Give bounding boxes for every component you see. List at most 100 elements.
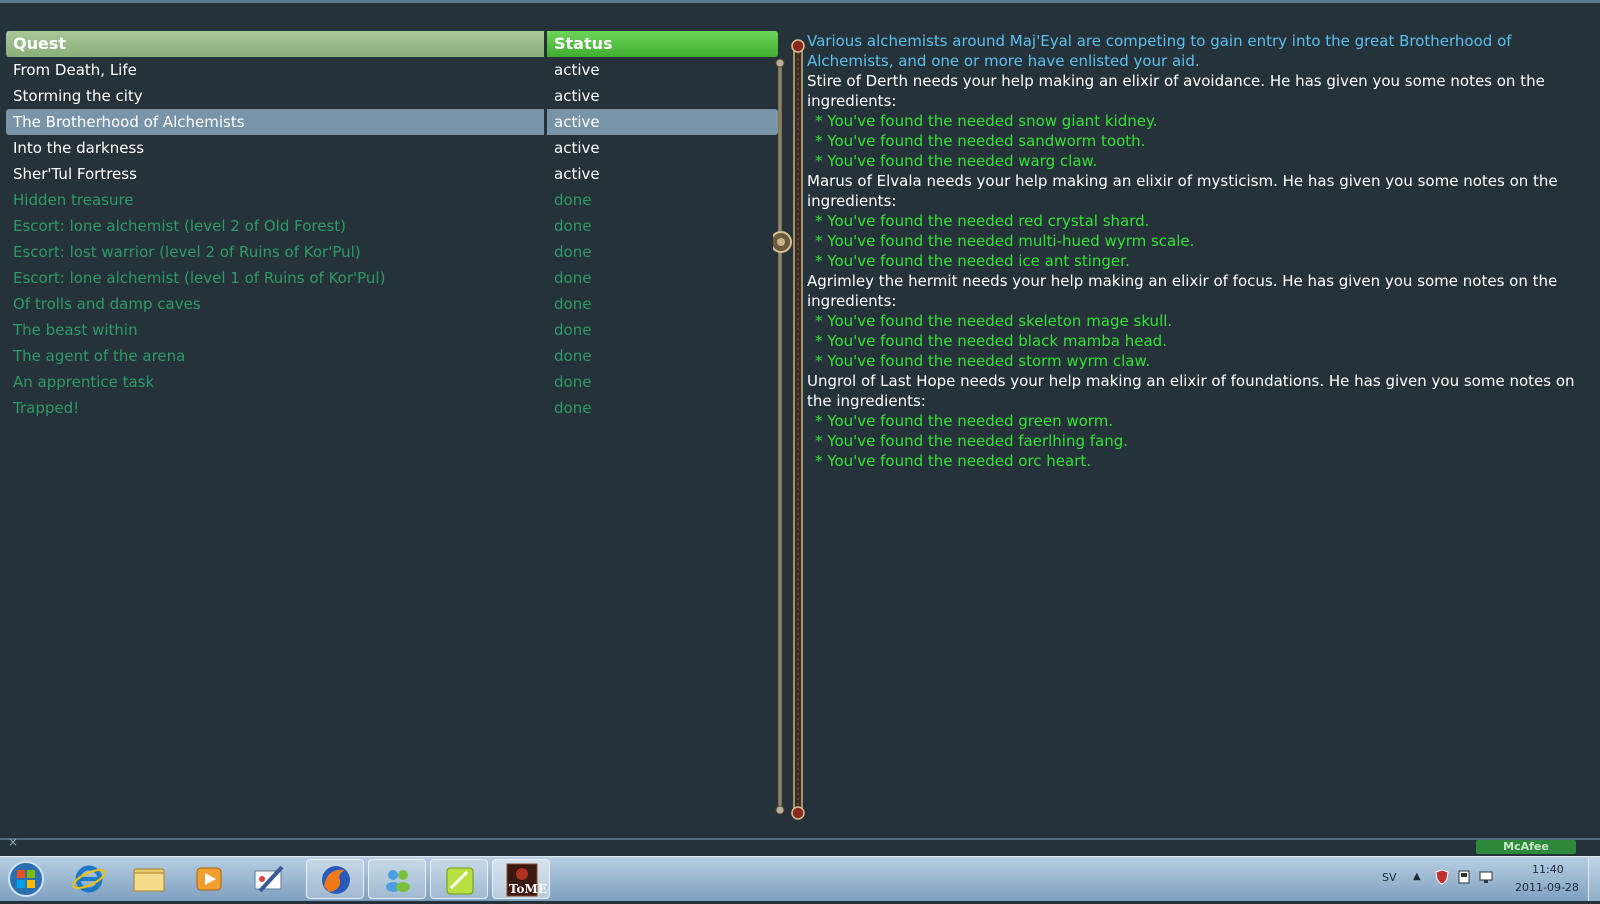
paint-icon [254,865,284,893]
network-icon[interactable] [1478,869,1494,885]
quest-row[interactable]: Storming the city active [6,83,778,109]
quest-giver-line: Ungrol of Last Hope needs your help maki… [807,372,1575,410]
quest-name: Storming the city [13,87,143,105]
scroll-up-ornament-icon[interactable] [791,39,805,53]
internet-explorer-icon [72,865,106,893]
quest-name: Escort: lone alchemist (level 1 of Ruins… [13,269,386,287]
quest-row[interactable]: The agent of the arena done [6,343,778,369]
quest-row[interactable]: Escort: lost warrior (level 2 of Ruins o… [6,239,778,265]
quest-status: done [554,347,592,365]
file-explorer-icon [133,868,165,892]
quest-status: done [554,243,592,261]
ingredient-found-line: * You've found the needed orc heart. [815,452,1092,470]
quest-name: The beast within [13,321,138,339]
quest-log-window: Quest Status From Death, Life active Storm… [0,0,1600,901]
quest-status: done [554,373,592,391]
taskbar: ToME SV ▲ 11:40 2011-09-28 [0,856,1600,901]
messenger-button[interactable] [368,859,426,899]
ingredient-found-line: * You've found the needed ice ant stinge… [815,252,1130,270]
quest-table-header: Quest Status [6,31,778,57]
show-hidden-icons-icon[interactable]: ▲ [1413,871,1421,882]
quest-status: done [554,269,592,287]
quest-list: From Death, Life active Storming the city a… [6,57,778,421]
scroll-bottom-knob-icon [775,805,785,815]
device-icon[interactable] [1456,869,1472,885]
scroll-top-knob-icon [775,58,785,68]
mcafee-label: McAfee [1503,840,1549,853]
firefox-icon [322,866,350,894]
quest-table: Quest Status From Death, Life active Storm… [6,31,778,421]
ingredient-found-line: * You've found the needed storm wyrm cla… [815,352,1151,370]
scroll-down-ornament-icon[interactable] [791,806,805,820]
quest-status: done [554,295,592,313]
quest-row[interactable]: From Death, Life active [6,57,778,83]
quest-status: active [554,61,600,79]
quest-status: done [554,321,592,339]
show-desktop-button[interactable] [1588,857,1600,901]
tome-label: ToME [509,882,547,896]
column-header-status[interactable]: Status [547,31,778,57]
shield-icon[interactable] [1434,869,1450,885]
quest-row[interactable]: Into the darkness active [6,135,778,161]
firefox-button[interactable] [306,859,364,899]
notes-button[interactable] [430,859,488,899]
quest-row[interactable]: Of trolls and damp caves done [6,291,778,317]
quest-giver-line: Agrimley the hermit needs your help maki… [807,272,1558,310]
close-icon[interactable]: × [8,835,18,849]
ingredient-found-line: * You've found the needed black mamba he… [815,332,1167,350]
quest-name: Escort: lone alchemist (level 2 of Old F… [13,217,346,235]
ingredient-found-line: * You've found the needed snow giant kid… [815,112,1158,130]
ingredient-found-line: * You've found the needed faerlhing fang… [815,432,1129,450]
quest-row[interactable]: Escort: lone alchemist (level 1 of Ruins… [6,265,778,291]
quest-name: Trapped! [13,399,80,417]
quest-description-lines: Stire of Derth needs your help making an… [807,71,1592,471]
quest-row[interactable]: Sher'Tul Fortress active [6,161,778,187]
quest-row[interactable]: Trapped! done [6,395,778,421]
quest-name: The agent of the arena [13,347,186,365]
ingredient-found-line: * You've found the needed sandworm tooth… [815,132,1146,150]
quest-name: Sher'Tul Fortress [13,165,137,183]
notes-icon [446,867,474,895]
quest-row[interactable]: An apprentice task done [6,369,778,395]
quest-name: Into the darkness [13,139,145,157]
quest-status: done [554,191,592,209]
quest-name: Escort: lost warrior (level 2 of Ruins o… [13,243,361,261]
messenger-icon [386,870,410,892]
clock-time[interactable]: 11:40 [1532,863,1564,876]
tome-game-button[interactable]: ToME [492,859,550,899]
quest-row[interactable]: The beast within done [6,317,778,343]
quest-row[interactable]: Escort: lone alchemist (level 2 of Old F… [6,213,778,239]
quest-status: done [554,217,592,235]
mcafee-badge[interactable]: McAfee [1476,840,1576,854]
column-header-quest[interactable]: Quest [6,31,544,57]
quest-row[interactable]: Hidden treasure done [6,187,778,213]
clock-date[interactable]: 2011-09-28 [1515,881,1579,894]
internet-explorer-button[interactable] [60,859,118,899]
language-indicator[interactable]: SV [1382,871,1397,884]
quest-status: active [554,87,600,105]
ingredient-found-line: * You've found the needed warg claw. [815,152,1098,170]
quest-status: active [554,139,600,157]
window-top-border [0,0,1600,3]
ingredient-found-line: * You've found the needed skeleton mage … [815,312,1173,330]
ingredient-found-line: * You've found the needed multi-hued wyr… [815,232,1195,250]
quest-name: From Death, Life [13,61,137,79]
quest-name: Of trolls and damp caves [13,295,201,313]
quest-status: active [547,109,778,135]
file-explorer-button[interactable] [120,859,178,899]
quest-intro-text: Various alchemists around Maj'Eyal are c… [807,32,1512,70]
quest-row[interactable]: The Brotherhood of Alchemists active [6,109,778,135]
media-player-icon [196,867,222,891]
quest-name: An apprentice task [13,373,155,391]
quest-name: The Brotherhood of Alchemists [6,109,544,135]
quest-status: active [554,165,600,183]
media-player-button[interactable] [180,859,238,899]
scrollbar[interactable] [773,36,807,826]
paint-button[interactable] [240,859,298,899]
window-bottom-border: × [0,835,1600,855]
ingredient-found-line: * You've found the needed green worm. [815,412,1114,430]
quest-giver-line: Marus of Elvala needs your help making a… [807,172,1558,210]
start-orb-icon[interactable] [6,859,46,899]
quest-giver-line: Stire of Derth needs your help making an… [807,72,1545,110]
ingredient-found-line: * You've found the needed red crystal sh… [815,212,1150,230]
